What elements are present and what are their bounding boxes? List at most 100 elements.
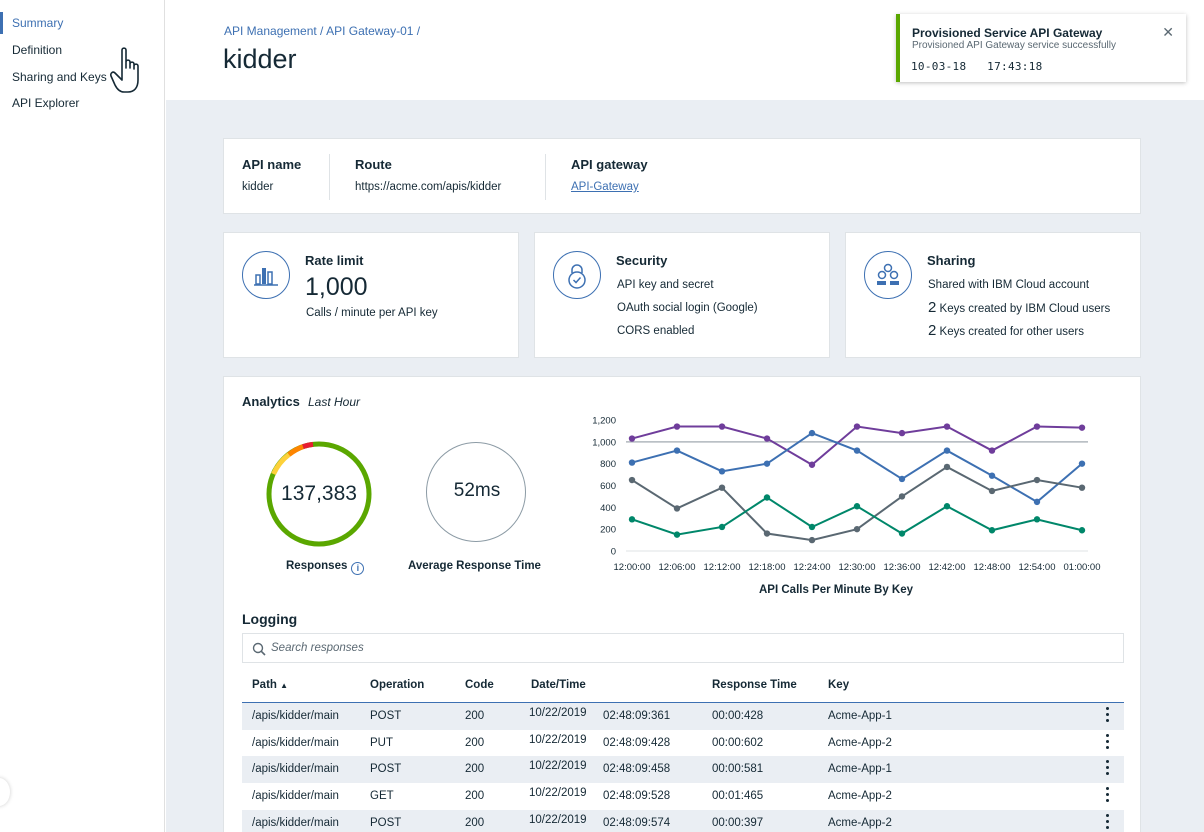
chart-title: API Calls Per Minute By Key <box>759 584 914 596</box>
data-point <box>718 468 726 475</box>
cell-date: 10/22/2019 <box>529 707 587 719</box>
table-row[interactable]: /apis/kidder/main POST 200 10/22/2019 02:48:… <box>242 809 1124 832</box>
x-tick-label: 12:36:00 <box>884 562 921 573</box>
cell-path: /apis/kidder/main <box>252 790 339 803</box>
responses-label-text: Responses <box>286 560 348 572</box>
x-tick-label: 12:54:00 <box>1019 562 1056 573</box>
sharing-count: 2 <box>928 322 937 339</box>
column-header-key[interactable]: Key <box>828 679 849 691</box>
column-header-operation[interactable]: Operation <box>370 679 424 691</box>
close-icon[interactable]: ✕ <box>1162 24 1174 41</box>
sharing-line: 2 Keys created by IBM Cloud users <box>928 299 1110 316</box>
table-row[interactable]: /apis/kidder/main GET 200 10/22/2019 02:48:0… <box>242 783 1124 810</box>
series-line <box>631 431 1083 504</box>
cell-rt: 00:00:581 <box>712 763 764 776</box>
data-point <box>853 423 861 430</box>
breadcrumb-api-management[interactable]: API Management / <box>224 24 323 38</box>
analytics-card: Analytics Last Hour 137,383 Responses i 5… <box>223 376 1141 832</box>
column-header-path[interactable]: Path ▲ <box>252 679 288 691</box>
search-input[interactable] <box>271 634 1071 662</box>
column-header-response-time[interactable]: Response Time <box>712 679 797 691</box>
avg-response-label: Average Response Time <box>408 560 541 572</box>
x-tick-label: 12:24:00 <box>794 562 831 573</box>
cell-key: Acme-App-2 <box>828 736 892 749</box>
toast-title: Provisioned Service API Gateway <box>912 26 1103 40</box>
cell-op: POST <box>370 763 402 776</box>
cell-time: 02:48:09:458 <box>603 763 671 776</box>
data-point <box>898 475 906 483</box>
cell-op: POST <box>370 816 402 829</box>
sharing-line: 2 Keys created for other users <box>928 322 1084 339</box>
search-box <box>242 633 1124 663</box>
sharing-count: 2 <box>928 299 937 316</box>
column-header-label: Path <box>252 679 277 691</box>
cell-code: 200 <box>465 816 485 829</box>
data-point <box>763 460 771 467</box>
table-row[interactable]: /apis/kidder/main POST 200 10/22/2019 02:48:… <box>242 756 1124 784</box>
sort-ascending-icon: ▲ <box>280 681 289 690</box>
responses-label: Responses i <box>286 560 365 575</box>
security-line: OAuth social login (Google) <box>617 302 758 314</box>
api-gateway-link[interactable]: API-Gateway <box>571 181 639 193</box>
api-info-card: API name kidder Route https://acme.com/a… <box>223 138 1141 214</box>
y-tick-label: 1,000 <box>592 437 616 448</box>
cell-date: 10/22/2019 <box>529 787 587 800</box>
overflow-menu-icon[interactable] <box>1106 733 1110 752</box>
breadcrumb: API Management / API Gateway-01 / <box>224 24 420 38</box>
data-point <box>898 429 906 437</box>
data-point <box>1033 476 1041 484</box>
overflow-menu-icon[interactable] <box>1106 707 1110 725</box>
analytics-title: Analytics <box>242 394 300 409</box>
data-point <box>763 435 771 442</box>
cell-time: 02:48:09:528 <box>603 790 671 803</box>
column-header-date-time[interactable]: Date/Time <box>531 679 586 691</box>
x-tick-label: 01:00:00 <box>1064 562 1101 573</box>
cell-op: GET <box>370 790 394 803</box>
security-card: Security API key and secret OAuth social… <box>534 232 830 358</box>
rate-limit-card: Rate limit 1,000 Calls / minute per API … <box>223 232 519 358</box>
sidebar-collapse-handle[interactable] <box>0 778 10 806</box>
y-tick-label: 400 <box>600 503 616 514</box>
data-point <box>628 435 636 442</box>
info-icon[interactable]: i <box>351 562 365 575</box>
sharing-line: Shared with IBM Cloud account <box>928 279 1090 291</box>
y-tick-label: 1,200 <box>592 416 616 427</box>
data-point <box>853 447 861 454</box>
data-point <box>628 476 636 484</box>
overflow-menu-icon[interactable] <box>1106 760 1110 778</box>
rate-limit-title: Rate limit <box>305 253 364 268</box>
rate-limit-value: 1,000 <box>305 273 368 301</box>
data-point <box>988 447 996 454</box>
table-body: /apis/kidder/main POST 200 10/22/2019 02:48:… <box>242 703 1124 832</box>
route-value: https://acme.com/apis/kidder <box>355 181 502 193</box>
table-row[interactable]: /apis/kidder/main PUT 200 10/22/2019 02:48:0… <box>242 730 1124 757</box>
cell-key: Acme-App-1 <box>828 763 892 776</box>
data-point <box>673 447 681 454</box>
overflow-menu-icon[interactable] <box>1106 787 1110 805</box>
toast-date: 10-03-18 <box>911 60 967 73</box>
logging-title: Logging <box>242 611 298 627</box>
cell-path: /apis/kidder/main <box>252 736 339 749</box>
table-row[interactable]: /apis/kidder/main POST 200 10/22/2019 02:48:… <box>242 703 1124 730</box>
y-tick-label: 0 <box>611 547 616 558</box>
overflow-menu-icon[interactable] <box>1106 813 1110 832</box>
logging-table: Path ▲ Operation Code Date/Time Response… <box>242 669 1124 832</box>
data-point <box>988 472 996 479</box>
column-header-code[interactable]: Code <box>465 679 494 691</box>
analytics-period: Last Hour <box>308 395 361 409</box>
hand-cursor-icon <box>110 47 139 93</box>
cell-path: /apis/kidder/main <box>252 710 339 722</box>
data-point <box>1033 498 1041 506</box>
data-point <box>1078 460 1086 467</box>
data-point <box>763 530 771 537</box>
table-header: Path ▲ Operation Code Date/Time Response… <box>242 669 1124 703</box>
sidebar-item-summary[interactable]: Summary <box>0 12 165 34</box>
data-point <box>988 527 996 534</box>
x-tick-label: 12:18:00 <box>749 562 786 573</box>
cell-date: 10/22/2019 <box>529 813 587 826</box>
data-point <box>1078 484 1086 491</box>
data-point <box>853 503 861 510</box>
data-point <box>943 447 951 454</box>
breadcrumb-api-gateway[interactable]: API Gateway-01 / <box>326 24 420 38</box>
bar-chart-icon <box>242 251 290 299</box>
